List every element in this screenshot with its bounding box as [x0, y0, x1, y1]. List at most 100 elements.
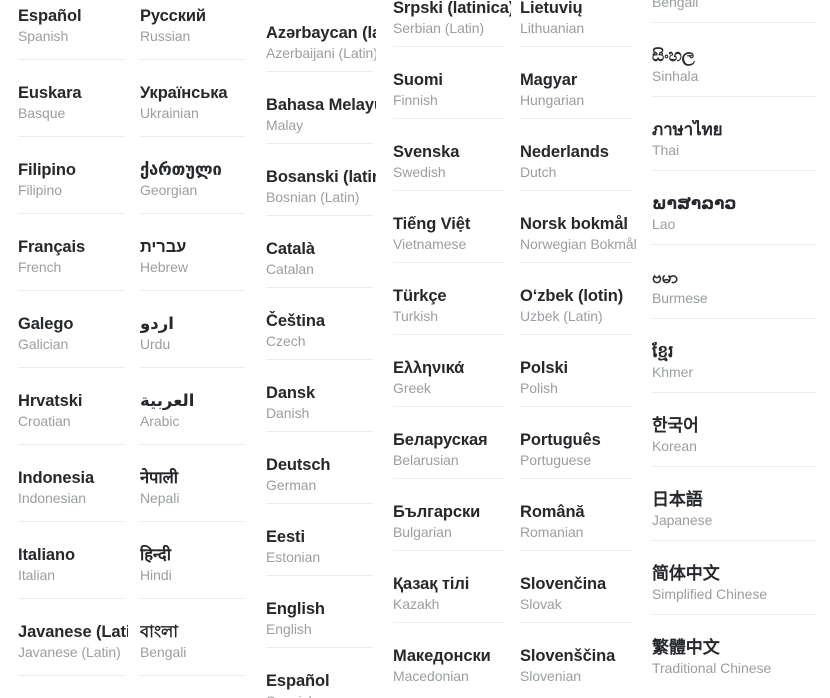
language-option[interactable]: Svenska Swedish: [393, 142, 511, 214]
language-option[interactable]: العربية Arabic: [140, 391, 248, 468]
language-option[interactable]: Bahasa Melayu Malay: [266, 95, 376, 167]
language-option[interactable]: Magyar Hungarian: [520, 70, 638, 142]
list-divider: [393, 478, 505, 479]
language-option[interactable]: नेपाली Nepali: [140, 468, 248, 545]
language-native-name: Español: [266, 672, 330, 690]
language-english-name: Norwegian Bokmål: [520, 236, 637, 252]
language-option[interactable]: Slovenčina Slovak: [520, 574, 638, 646]
language-option[interactable]: Ελληνικά Greek: [393, 358, 511, 430]
language-option[interactable]: Lietuvių Lithuanian: [520, 0, 638, 70]
language-option[interactable]: ខ្មែរ Khmer: [652, 342, 817, 416]
language-column: Español Spanish Euskara Basque Filipino Filip…: [18, 0, 128, 698]
language-option[interactable]: ဗမာ Burmese: [652, 268, 817, 342]
language-option[interactable]: Norsk bokmål Norwegian Bokmål: [520, 214, 638, 286]
language-option[interactable]: සිංහල Sinhala: [652, 46, 817, 120]
language-option[interactable]: Suomi Finnish: [393, 70, 511, 142]
language-option[interactable]: Русский Russian: [140, 6, 248, 83]
language-english-name: Traditional Chinese: [652, 660, 772, 676]
language-native-name: ខ្មែរ: [652, 342, 674, 361]
language-english-name: German: [266, 477, 317, 493]
language-option[interactable]: 繁體中文 Traditional Chinese: [652, 638, 817, 698]
language-native-name: Euskara: [18, 84, 82, 102]
language-option[interactable]: עברית Hebrew: [140, 237, 248, 314]
language-option[interactable]: Македонски Macedonian: [393, 646, 511, 698]
language-option[interactable]: Bosanski (latinica) Bosnian (Latin): [266, 167, 376, 239]
language-english-name: Japanese: [652, 512, 713, 528]
language-native-name: Azərbaycan (latın): [266, 24, 376, 42]
language-option[interactable]: Français French: [18, 237, 128, 314]
language-native-name: 繁體中文: [652, 638, 720, 657]
language-option[interactable]: Eesti Estonian: [266, 527, 376, 599]
language-option[interactable]: Қазақ тілі Kazakh: [393, 574, 511, 646]
language-english-name: Portuguese: [520, 452, 592, 468]
language-native-name: العربية: [140, 392, 195, 410]
language-english-name: Serbian (Latin): [393, 20, 485, 36]
language-english-name: Nepali: [140, 490, 180, 506]
language-option[interactable]: Română Romanian: [520, 502, 638, 574]
language-english-name: Polish: [520, 380, 558, 396]
language-option[interactable]: বাংলাBengali: [140, 622, 248, 698]
list-divider: [652, 318, 817, 319]
language-option[interactable]: 한국어 Korean: [652, 416, 817, 490]
language-native-name: Suomi: [393, 71, 443, 89]
list-divider: [18, 598, 125, 599]
language-option[interactable]: हिन्दी Hindi: [140, 545, 248, 622]
language-option[interactable]: Galego Galician: [18, 314, 128, 391]
language-option[interactable]: Català Catalan: [266, 239, 376, 311]
language-english-name: Uzbek (Latin): [520, 308, 603, 324]
list-divider: [266, 143, 373, 144]
list-divider: [140, 598, 245, 599]
language-english-name: Belarusian: [393, 452, 459, 468]
language-option[interactable]: Javanese (Latin) Javanese (Latin): [18, 622, 128, 698]
language-option[interactable]: Tiếng Việt Vietnamese: [393, 214, 511, 286]
language-english-name: Sinhala: [652, 68, 699, 84]
language-native-name: Lietuvių: [520, 0, 583, 17]
language-option[interactable]: English English: [266, 599, 376, 671]
language-option[interactable]: ภาษาไทย Thai: [652, 120, 817, 194]
list-divider: [18, 59, 125, 60]
language-option[interactable]: বাংলাBengali: [652, 0, 817, 46]
language-option[interactable]: Hrvatski Croatian: [18, 391, 128, 468]
language-option[interactable]: Português Portuguese: [520, 430, 638, 502]
language-option[interactable]: Беларуская Belarusian: [393, 430, 511, 502]
language-option[interactable]: Türkçe Turkish: [393, 286, 511, 358]
language-option[interactable]: Italiano Italian: [18, 545, 128, 622]
list-divider: [652, 540, 817, 541]
language-option[interactable]: Български Bulgarian: [393, 502, 511, 574]
language-option[interactable]: 日本語 Japanese: [652, 490, 817, 564]
list-divider: [18, 367, 125, 368]
language-english-name: Georgian: [140, 182, 198, 198]
language-option[interactable]: Filipino Filipino: [18, 160, 128, 237]
language-option[interactable]: O‘zbek (lotin) Uzbek (Latin): [520, 286, 638, 358]
language-option[interactable]: Slovenščina Slovenian: [520, 646, 638, 698]
list-divider: [266, 215, 373, 216]
language-option[interactable]: Deutsch German: [266, 455, 376, 527]
language-option[interactable]: ພາສາລາວ Lao: [652, 194, 817, 268]
language-option[interactable]: Nederlands Dutch: [520, 142, 638, 214]
list-divider: [652, 96, 817, 97]
language-option[interactable]: Español Spanish: [266, 671, 376, 698]
language-option[interactable]: Dansk Danish: [266, 383, 376, 455]
language-english-name: Hindi: [140, 567, 172, 583]
language-english-name: Malay: [266, 117, 304, 133]
language-option[interactable]: Azərbaycan (latın) Azerbaijani (Latin): [266, 23, 376, 95]
language-native-name: ქართული: [140, 161, 222, 179]
language-option[interactable]: Polski Polish: [520, 358, 638, 430]
language-native-name: Қазақ тілі: [393, 575, 470, 593]
language-option[interactable]: Euskara Basque: [18, 83, 128, 160]
language-option[interactable]: Čeština Czech: [266, 311, 376, 383]
language-option[interactable]: Українська Ukrainian: [140, 83, 248, 160]
language-english-name: Simplified Chinese: [652, 586, 768, 602]
list-divider: [520, 118, 632, 119]
list-divider: [652, 244, 817, 245]
language-native-name: Slovenščina: [520, 647, 616, 665]
language-option[interactable]: ქართული Georgian: [140, 160, 248, 237]
language-native-name: Javanese (Latin): [18, 623, 128, 641]
language-option[interactable]: Español Spanish: [18, 6, 128, 83]
language-option[interactable]: اردو Urdu: [140, 314, 248, 391]
language-column: Русский Russian Українська Ukrainian ქართული…: [140, 0, 248, 698]
language-option[interactable]: Srpski (latinica) Serbian (Latin): [393, 0, 511, 70]
language-option[interactable]: Indonesia Indonesian: [18, 468, 128, 545]
language-english-name: Bulgarian: [393, 524, 452, 540]
language-option[interactable]: 简体中文 Simplified Chinese: [652, 564, 817, 638]
